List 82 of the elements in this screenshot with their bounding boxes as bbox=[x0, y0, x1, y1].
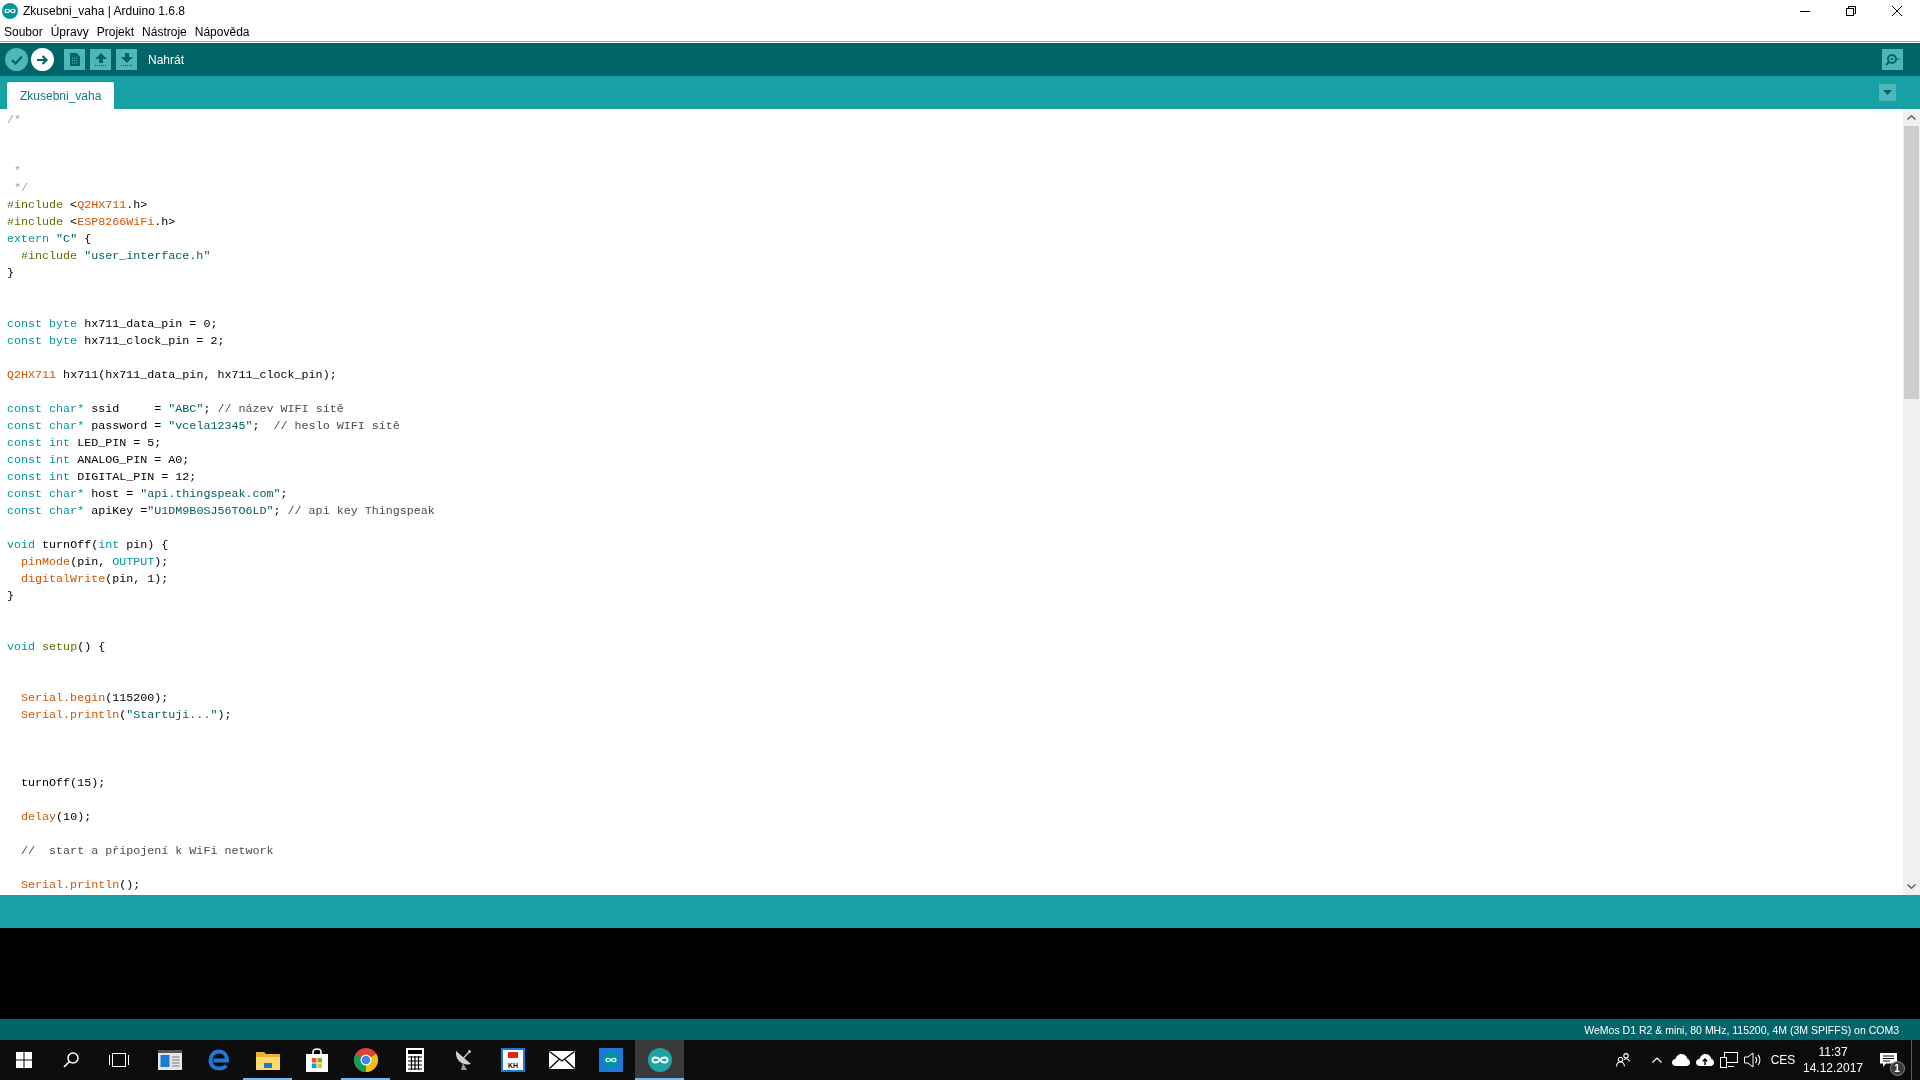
check-icon bbox=[10, 54, 23, 65]
cloud-icon[interactable] bbox=[1672, 1054, 1690, 1066]
arrow-down-icon bbox=[120, 53, 133, 66]
task-view-icon bbox=[109, 1052, 129, 1068]
minimize-icon bbox=[1800, 10, 1810, 12]
infinity-circle-icon bbox=[647, 1048, 672, 1072]
save-button[interactable] bbox=[116, 49, 137, 70]
segmented-circle-icon bbox=[353, 1048, 378, 1072]
caret-down-icon bbox=[1907, 884, 1916, 889]
code-line: /* bbox=[7, 112, 22, 129]
document-icon bbox=[69, 53, 80, 66]
code-line: digitalWrite(pin, 1); bbox=[20, 571, 169, 588]
open-button[interactable] bbox=[90, 49, 111, 70]
menu-item[interactable]: Projekt bbox=[96, 24, 135, 39]
code-line: #include <Q2HX711.h> bbox=[7, 197, 148, 214]
code-line: } bbox=[7, 588, 14, 605]
chevron-up-icon[interactable] bbox=[1652, 1057, 1662, 1063]
restore-icon bbox=[1846, 6, 1856, 16]
code-line: #include "user_interface.h" bbox=[20, 248, 211, 265]
menu-item[interactable]: Soubor bbox=[4, 24, 43, 39]
folder-icon bbox=[255, 1050, 280, 1070]
windows-logo-icon bbox=[15, 1052, 32, 1068]
code-line: const int LED_PIN = 5; bbox=[7, 435, 162, 452]
clock-time[interactable]: 11:37 bbox=[1818, 1044, 1848, 1060]
menu-item[interactable]: Úpravy bbox=[50, 24, 89, 39]
editor-tab[interactable]: Zkusebni_vaha bbox=[7, 82, 115, 109]
search-icon bbox=[63, 1052, 79, 1068]
code-line: * bbox=[13, 163, 22, 180]
toolbar-hint: Nahrát bbox=[148, 52, 185, 67]
envelope-icon bbox=[548, 1051, 575, 1069]
cloud-upload-icon[interactable] bbox=[1696, 1054, 1714, 1066]
code-line: delay(10); bbox=[20, 809, 92, 826]
new-file-button[interactable] bbox=[64, 49, 85, 70]
code-line: pinMode(pin, OUTPUT); bbox=[20, 554, 169, 571]
caret-up-icon bbox=[1907, 115, 1916, 120]
menu-item[interactable]: Nápověda bbox=[194, 24, 250, 39]
code-line: const char* password = "vcela12345"; // heslo WIFI sítě bbox=[7, 418, 400, 435]
serial-monitor-button[interactable] bbox=[1882, 49, 1903, 70]
people-icon[interactable] bbox=[1615, 1053, 1630, 1067]
infinity-tile-icon bbox=[598, 1048, 623, 1072]
taskbar-button[interactable] bbox=[635, 1040, 684, 1080]
code-line: const int DIGITAL_PIN = 12; bbox=[7, 469, 197, 486]
verify-button[interactable] bbox=[5, 48, 28, 71]
arrow-up-icon bbox=[94, 53, 107, 66]
code-line: extern "C" { bbox=[7, 231, 92, 248]
upload-button[interactable] bbox=[31, 48, 54, 71]
code-line: // start a připojení k WiFi network bbox=[20, 843, 274, 860]
code-line: turnOff(15); bbox=[20, 775, 106, 792]
clock-date[interactable]: 14.12.2017 bbox=[1802, 1060, 1864, 1076]
code-line: const byte hx711_clock_pin = 2; bbox=[7, 333, 225, 350]
code-line: const int ANALOG_PIN = A0; bbox=[7, 452, 190, 469]
code-line: const char* apiKey ="U1DM9B0SJ56TO6LD"; // api key Thingspeak bbox=[7, 503, 435, 520]
code-line: } bbox=[7, 265, 14, 282]
shopping-bag-icon bbox=[305, 1048, 328, 1072]
tab-menu-button[interactable] bbox=[1879, 84, 1896, 101]
code-line: void setup() { bbox=[7, 639, 106, 656]
close-icon bbox=[1892, 6, 1902, 16]
code-line: const byte hx711_data_pin = 0; bbox=[7, 316, 218, 333]
code-line: Serial.begin(115200); bbox=[20, 690, 169, 707]
code-line: void turnOff(int pin) { bbox=[7, 537, 169, 554]
window-title: Zkusebni_vaha | Arduino 1.6.8 bbox=[23, 4, 185, 18]
e-swirl-icon bbox=[207, 1049, 230, 1071]
code-line: */ bbox=[13, 180, 29, 197]
network-icon[interactable] bbox=[1720, 1052, 1738, 1068]
menu-item[interactable]: Nástroje bbox=[142, 24, 187, 39]
notification-count: 1 bbox=[1889, 1061, 1905, 1076]
language-indicator[interactable]: CES bbox=[1770, 1053, 1796, 1067]
code-line: Q2HX711 hx711(hx711_data_pin, hx711_clock_pin); bbox=[7, 367, 337, 384]
arrow-right-icon bbox=[37, 54, 48, 65]
magnifier-icon bbox=[1885, 53, 1900, 66]
code-line: Serial.println("Startuji..."); bbox=[20, 707, 232, 724]
code-line: const char* host = "api.thingspeak.com"; bbox=[7, 486, 288, 503]
calculator-icon bbox=[405, 1048, 424, 1072]
code-line: Serial.println(); bbox=[20, 877, 141, 894]
code-line: const char* ssid = "ABC"; // název WIFI sítě bbox=[7, 401, 344, 418]
speaker-icon[interactable] bbox=[1744, 1052, 1762, 1068]
window-icon bbox=[157, 1050, 182, 1070]
board-info: WeMos D1 R2 & mini, 80 MHz, 115200, 4M (3M SPIFFS) on COM3 bbox=[1584, 1023, 1899, 1036]
scrollbar-thumb[interactable] bbox=[1904, 126, 1919, 399]
notification-icon[interactable] bbox=[1879, 1053, 1897, 1067]
caret-down-icon bbox=[1883, 90, 1892, 95]
code-line: #include <ESP8266WiFi.h> bbox=[7, 214, 176, 231]
